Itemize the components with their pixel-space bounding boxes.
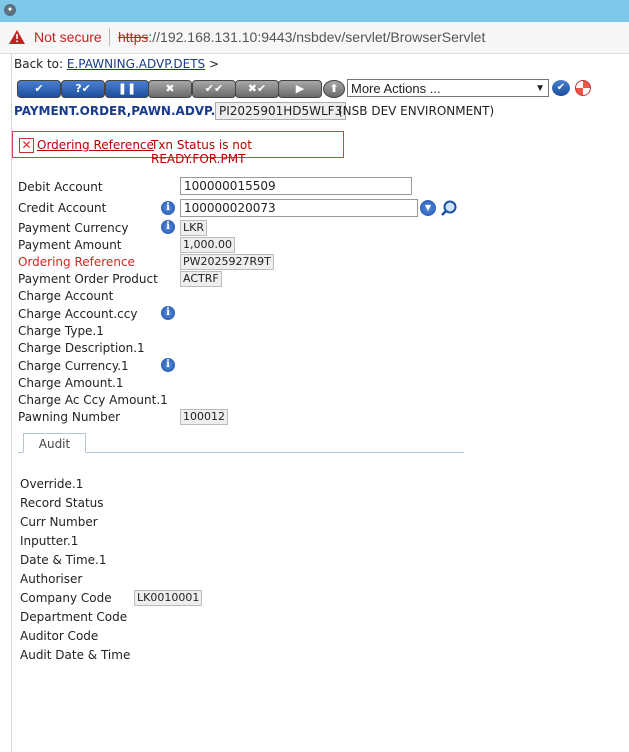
payment-order-product-label: Payment Order Product	[18, 272, 158, 286]
go-button[interactable]: ✔	[552, 80, 570, 96]
payment-currency-value: LKR	[180, 220, 207, 236]
search-icon[interactable]	[440, 200, 458, 216]
security-label[interactable]: Not secure	[34, 29, 102, 45]
curr-number-label: Curr Number	[20, 515, 98, 529]
charge-account-ccy-label: Charge Account.ccy	[18, 307, 138, 321]
warning-icon[interactable]	[9, 30, 25, 44]
help-icon[interactable]	[575, 80, 591, 96]
charge-account-label: Charge Account	[18, 289, 114, 303]
info-icon[interactable]: i	[161, 201, 175, 215]
more-actions-select[interactable]: More Actions ... ▼	[347, 79, 549, 97]
error-message: Txn Status is not READY.FOR.PMT	[151, 138, 252, 166]
pawning-number-value: 100012	[180, 409, 228, 425]
debit-account-input[interactable]: 100000015509	[180, 177, 412, 195]
address-bar[interactable]: Not secure https://192.168.131.10:9443/n…	[0, 22, 629, 54]
payment-currency-label: Payment Currency	[18, 221, 129, 235]
debit-account-label: Debit Account	[18, 180, 103, 194]
company-code-label: Company Code	[20, 591, 112, 605]
next-button[interactable]: ▶	[278, 80, 322, 98]
transaction-id: PI2025901HD5WLF3	[215, 102, 347, 120]
charge-amount-label: Charge Amount.1	[18, 376, 124, 390]
payment-amount-label: Payment Amount	[18, 238, 122, 252]
delete-button[interactable]: ✖	[148, 80, 192, 98]
validate-button[interactable]: ?✔	[61, 80, 105, 98]
address-divider	[109, 28, 110, 46]
more-actions-value: More Actions ...	[351, 81, 441, 96]
commit-button[interactable]: ✔	[17, 80, 61, 98]
ordering-reference-value: PW2025927R9T	[180, 254, 274, 270]
authorise-button[interactable]: ✔✔	[192, 80, 236, 98]
department-code-label: Department Code	[20, 610, 128, 624]
charge-currency-label: Charge Currency.1	[18, 359, 129, 373]
info-icon[interactable]: i	[161, 220, 175, 234]
record-status-label: Record Status	[20, 496, 104, 510]
charge-ac-ccy-amount-label: Charge Ac Ccy Amount.1	[18, 393, 168, 407]
back-label: Back to:	[14, 57, 64, 71]
chevron-down-icon: ▼	[535, 83, 545, 94]
environment-label: (NSB DEV ENVIRONMENT)	[338, 104, 495, 118]
credit-account-label: Credit Account	[18, 201, 107, 215]
override-label: Override.1	[20, 477, 84, 491]
back-suffix: >	[209, 57, 220, 71]
pawning-number-label: Pawning Number	[18, 410, 121, 424]
chevron-down-icon[interactable]: ▼	[420, 200, 436, 216]
charge-type-label: Charge Type.1	[18, 324, 104, 338]
url-path: ://192.168.131.10:9443/nsbdev/servlet/Br…	[148, 29, 486, 45]
date-time-label: Date & Time.1	[20, 553, 107, 567]
payment-order-product-value: ACTRF	[180, 271, 222, 287]
auditor-code-label: Auditor Code	[20, 629, 99, 643]
left-border	[11, 54, 12, 752]
company-code-value: LK0010001	[134, 590, 203, 606]
reverse-button[interactable]: ✖✔	[235, 80, 279, 98]
credit-account-input[interactable]: 100000020073	[180, 199, 418, 217]
breadcrumb: Back to: E.PAWNING.ADVP.DETS >	[14, 57, 219, 71]
payment-amount-value: 1,000.00	[180, 237, 235, 253]
error-message-box: ✕ Ordering Reference Txn Status is not R…	[12, 131, 344, 166]
url-text[interactable]: https://192.168.131.10:9443/nsbdev/servl…	[118, 29, 485, 45]
error-icon: ✕	[19, 138, 34, 153]
error-field-link[interactable]: Ordering Reference	[37, 138, 154, 152]
inputter-label: Inputter.1	[20, 534, 79, 548]
app-icon: ✦	[4, 4, 16, 16]
hold-button[interactable]: ❚❚	[105, 80, 149, 98]
tab-audit[interactable]: Audit	[23, 433, 86, 453]
url-scheme: https	[118, 29, 149, 45]
info-icon[interactable]: i	[161, 358, 175, 372]
authoriser-label: Authoriser	[20, 572, 83, 586]
application-title: PAYMENT.ORDER,PAWN.ADVP.NSB	[14, 104, 244, 118]
audit-date-time-label: Audit Date & Time	[20, 648, 131, 662]
window-titlebar: ✦	[0, 0, 629, 22]
back-link[interactable]: E.PAWNING.ADVP.DETS	[67, 57, 205, 71]
ordering-reference-label: Ordering Reference	[18, 255, 135, 269]
upload-button[interactable]: ⬆	[323, 80, 345, 98]
info-icon[interactable]: i	[161, 306, 175, 320]
charge-description-label: Charge Description.1	[18, 341, 145, 355]
